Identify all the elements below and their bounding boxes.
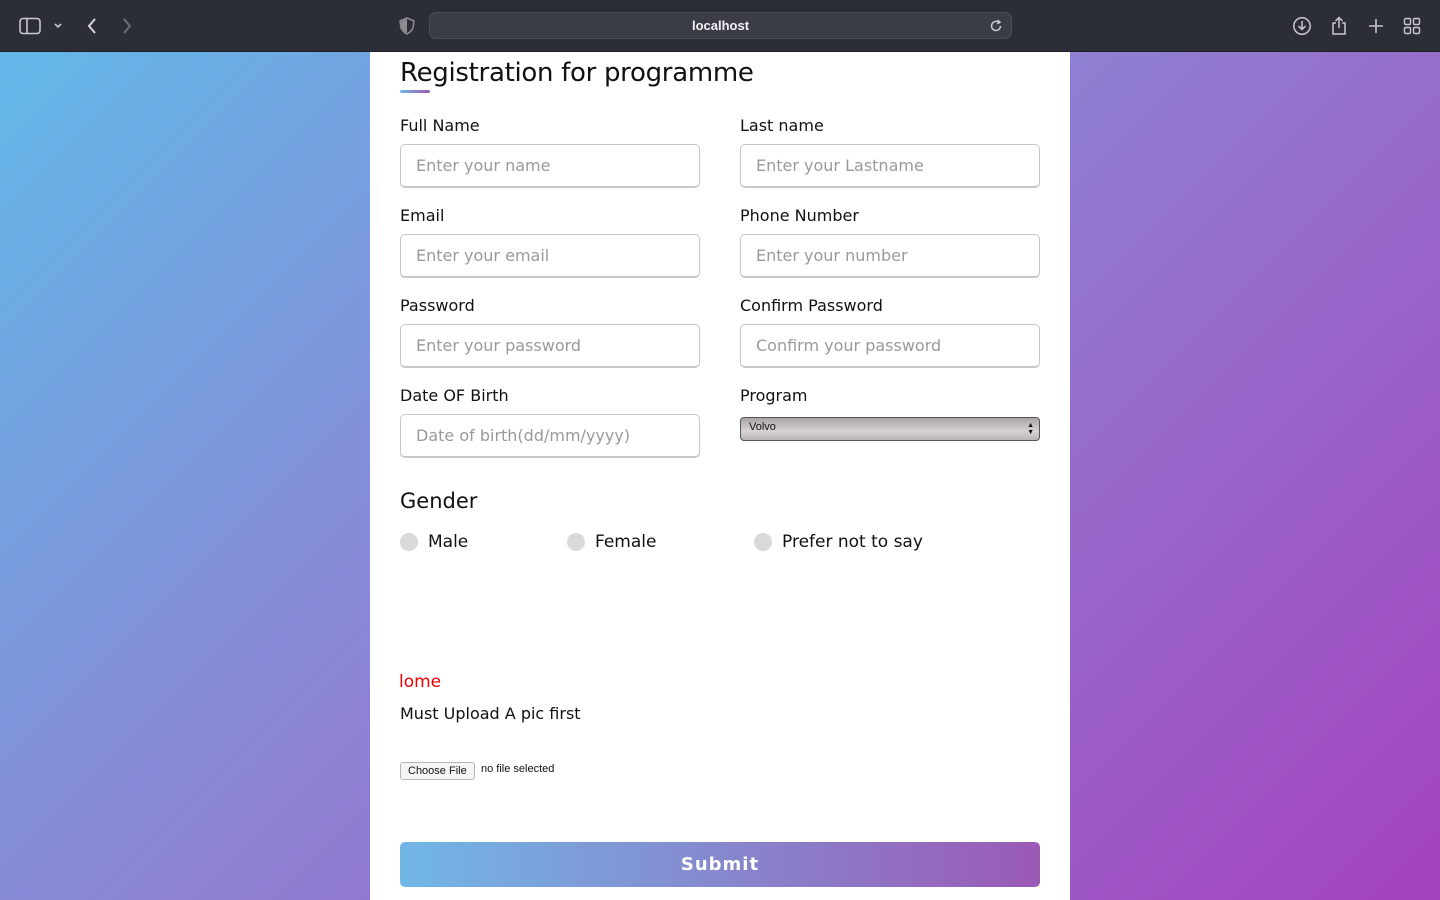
radio-label-female: Female xyxy=(595,532,657,552)
last-name-input[interactable] xyxy=(740,144,1040,188)
gender-option-female[interactable]: Female xyxy=(567,532,656,552)
url-text: localhost xyxy=(691,18,750,33)
program-label: Program xyxy=(740,386,808,405)
tab-overview-icon[interactable] xyxy=(1400,14,1424,38)
chevron-down-icon[interactable] xyxy=(48,14,68,38)
upload-label: Must Upload A pic first xyxy=(400,704,581,723)
page-title: Registration for programme xyxy=(400,58,754,88)
password-label: Password xyxy=(400,296,475,315)
error-message: lome xyxy=(399,672,442,692)
reload-icon[interactable] xyxy=(989,18,1005,34)
last-name-label: Last name xyxy=(740,116,824,135)
email-label: Email xyxy=(400,206,445,225)
forward-icon[interactable] xyxy=(115,14,139,38)
email-input[interactable] xyxy=(400,234,700,278)
back-icon[interactable] xyxy=(80,14,104,38)
select-arrows-icon: ▲ ▼ xyxy=(1027,422,1034,436)
radio-prefer-not[interactable] xyxy=(754,533,772,551)
confirm-password-input[interactable] xyxy=(740,324,1040,368)
download-icon[interactable] xyxy=(1290,14,1314,38)
radio-male[interactable] xyxy=(400,533,418,551)
sidebar-toggle-icon[interactable] xyxy=(18,14,42,38)
program-selected-value: Volvo xyxy=(749,421,776,433)
dob-label: Date OF Birth xyxy=(400,386,509,405)
radio-female[interactable] xyxy=(567,533,585,551)
title-underline xyxy=(400,90,430,93)
shield-icon[interactable] xyxy=(395,14,419,38)
gender-option-prefer-not[interactable]: Prefer not to say xyxy=(754,532,923,552)
browser-toolbar: localhost xyxy=(0,0,1440,52)
file-status: no file selected xyxy=(481,763,555,775)
address-bar[interactable]: localhost xyxy=(429,12,1012,39)
registration-card: Registration for programme Full Name Las… xyxy=(370,52,1070,900)
full-name-label: Full Name xyxy=(400,116,480,135)
new-tab-icon[interactable] xyxy=(1364,14,1388,38)
confirm-password-label: Confirm Password xyxy=(740,296,883,315)
choose-file-button[interactable]: Choose File xyxy=(400,762,475,780)
radio-label-male: Male xyxy=(428,532,469,552)
gender-option-male[interactable]: Male xyxy=(400,532,468,552)
program-select[interactable]: Volvo ▲ ▼ xyxy=(740,417,1040,441)
phone-label: Phone Number xyxy=(740,206,859,225)
page-background: Registration for programme Full Name Las… xyxy=(0,52,1440,900)
radio-label-prefer-not: Prefer not to say xyxy=(782,532,923,552)
password-input[interactable] xyxy=(400,324,700,368)
submit-button[interactable]: Submit xyxy=(400,842,1040,887)
gender-title: Gender xyxy=(400,489,478,513)
phone-input[interactable] xyxy=(740,234,1040,278)
full-name-input[interactable] xyxy=(400,144,700,188)
share-icon[interactable] xyxy=(1327,14,1351,38)
dob-input[interactable] xyxy=(400,414,700,458)
